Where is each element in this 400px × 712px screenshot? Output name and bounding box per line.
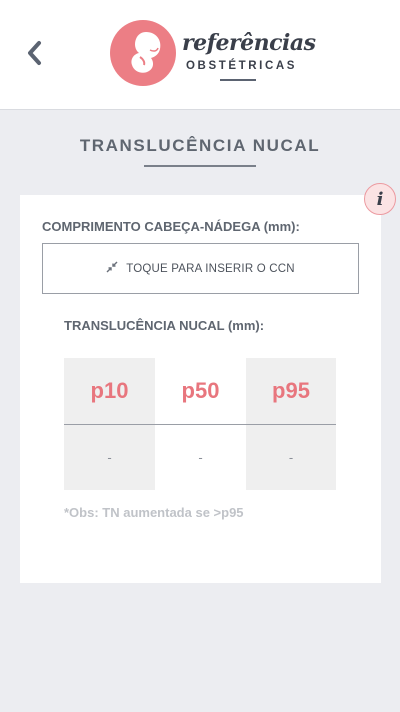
percentile-divider [64, 424, 336, 425]
compress-arrows-icon [106, 261, 118, 276]
logo-sub-text: OBSTÉTRICAS [186, 60, 298, 72]
fetus-icon [110, 20, 176, 86]
observation-note: *Obs: TN aumentada se >p95 [64, 505, 244, 520]
logo-underline [220, 79, 256, 81]
info-button[interactable]: i [364, 183, 396, 215]
chevron-left-icon [26, 40, 44, 71]
crl-input-button[interactable]: TOQUE PARA INSERIR O CCN [42, 243, 359, 294]
percentile-header: p10 [90, 378, 129, 403]
logo-script-text: referências [182, 30, 316, 56]
percentile-value: - [198, 450, 203, 465]
info-icon: i [376, 188, 384, 210]
page-title: TRANSLUCÊNCIA NUCAL [79, 136, 321, 155]
percentile-header: p95 [272, 378, 310, 403]
app-logo: referências OBSTÉTRICAS [110, 20, 316, 86]
percentile-value: - [288, 450, 294, 465]
percentile-value: - [107, 450, 112, 465]
percentile-header: p50 [181, 378, 220, 403]
title-underline [144, 165, 256, 167]
crl-label: COMPRIMENTO CABEÇA-NÁDEGA (mm): [42, 219, 300, 234]
crl-input-text: TOQUE PARA INSERIR O CCN [126, 262, 295, 275]
nt-label: TRANSLUCÊNCIA NUCAL (mm): [64, 318, 265, 333]
app-header: referências OBSTÉTRICAS [0, 0, 400, 110]
back-button[interactable] [20, 38, 50, 72]
